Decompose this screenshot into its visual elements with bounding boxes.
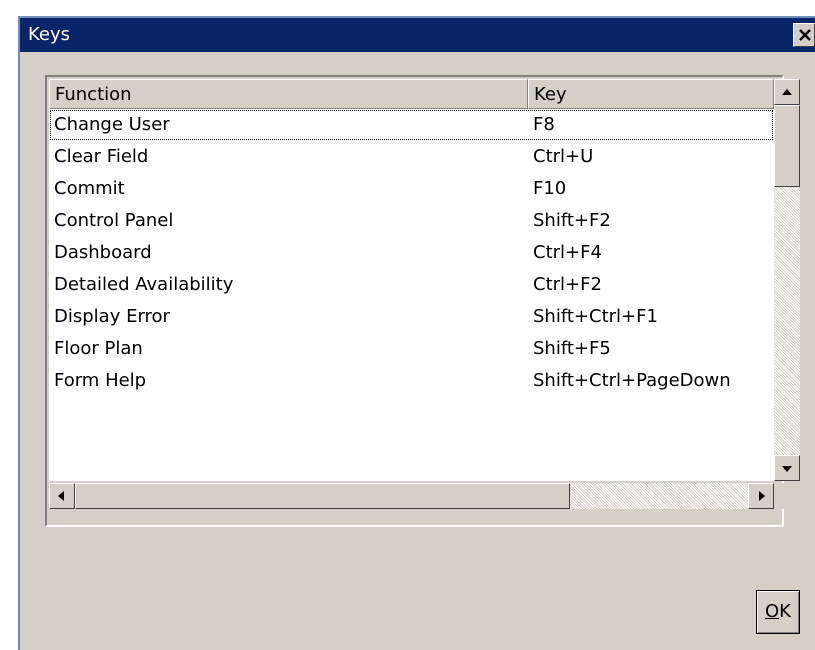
scroll-left-button[interactable] xyxy=(49,483,75,509)
table-row[interactable]: Display Error Shift+Ctrl+F1 xyxy=(49,301,774,333)
title-bar[interactable]: Keys xyxy=(20,18,815,52)
table-body: Change User F8 Clear Field Ctrl+U Commit… xyxy=(49,109,774,397)
function-cell: Floor Plan xyxy=(54,338,143,359)
function-cell: Clear Field xyxy=(54,146,149,167)
column-header-function[interactable]: Function xyxy=(49,79,528,109)
table-row[interactable]: Commit F10 xyxy=(49,173,774,205)
ok-button[interactable]: OK xyxy=(756,590,800,634)
key-cell: Ctrl+F2 xyxy=(533,274,602,295)
scrollbar-corner xyxy=(774,483,800,509)
horizontal-scrollbar[interactable] xyxy=(49,483,774,509)
key-cell: Ctrl+U xyxy=(533,146,594,167)
function-cell: Form Help xyxy=(54,370,147,391)
table-row[interactable]: Form Help Shift+Ctrl+PageDown xyxy=(49,365,774,397)
function-cell: Display Error xyxy=(54,306,170,327)
scroll-up-button[interactable] xyxy=(774,79,800,105)
close-icon xyxy=(799,29,811,41)
vertical-scrollbar[interactable] xyxy=(774,79,800,481)
key-cell: Shift+Ctrl+PageDown xyxy=(533,370,731,391)
key-cell: Shift+Ctrl+F1 xyxy=(533,306,658,327)
key-cell: F10 xyxy=(533,178,567,199)
function-cell: Dashboard xyxy=(54,242,152,263)
table-header: Function Key xyxy=(49,79,774,109)
key-cell: Shift+F5 xyxy=(533,338,611,359)
arrow-left-icon xyxy=(58,491,64,501)
key-cell: Ctrl+F4 xyxy=(533,242,602,263)
vertical-scroll-thumb[interactable] xyxy=(774,105,800,187)
function-cell: Commit xyxy=(54,178,125,199)
table-row[interactable]: Detailed Availability Ctrl+F2 xyxy=(49,269,774,301)
function-cell: Detailed Availability xyxy=(54,274,234,295)
table-viewport: Function Key Change User F8 Clear Field … xyxy=(49,79,774,481)
table-row[interactable]: Dashboard Ctrl+F4 xyxy=(49,237,774,269)
horizontal-scroll-thumb[interactable] xyxy=(75,483,570,509)
table-row[interactable]: Change User F8 xyxy=(49,109,774,141)
close-button[interactable] xyxy=(793,23,815,47)
column-header-key[interactable]: Key xyxy=(528,79,774,109)
ok-label-rest: K xyxy=(779,601,791,622)
keys-dialog: Keys Function Key Change User F8 Clear F… xyxy=(18,16,815,650)
scroll-down-button[interactable] xyxy=(774,455,800,481)
keys-table: Function Key Change User F8 Clear Field … xyxy=(45,75,800,527)
scroll-right-button[interactable] xyxy=(748,483,774,509)
arrow-up-icon xyxy=(782,89,792,95)
key-cell: Shift+F2 xyxy=(533,210,611,231)
key-cell: F8 xyxy=(533,114,555,135)
ok-mnemonic: O xyxy=(765,601,780,622)
function-cell: Change User xyxy=(54,114,170,135)
table-row[interactable]: Clear Field Ctrl+U xyxy=(49,141,774,173)
table-row[interactable]: Floor Plan Shift+F5 xyxy=(49,333,774,365)
arrow-right-icon xyxy=(759,491,765,501)
arrow-down-icon xyxy=(782,466,792,472)
table-row[interactable]: Control Panel Shift+F2 xyxy=(49,205,774,237)
dialog-title: Keys xyxy=(28,24,71,45)
function-cell: Control Panel xyxy=(54,210,174,231)
